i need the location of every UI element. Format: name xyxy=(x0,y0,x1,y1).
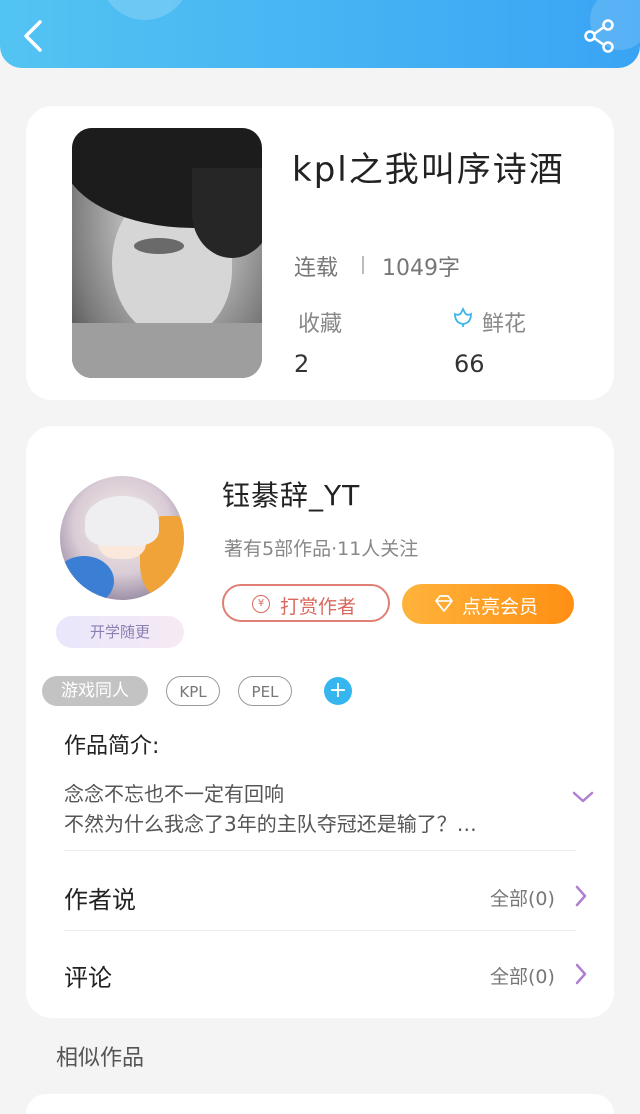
tip-author-button[interactable]: ¥ 打赏作者 xyxy=(222,584,390,622)
comments-row[interactable]: 评论 全部(0) xyxy=(26,936,614,1012)
book-title: kpl之我叫序诗酒 xyxy=(292,150,565,190)
divider xyxy=(362,256,364,274)
favorites-count: 2 xyxy=(294,350,310,378)
vip-label: 点亮会员 xyxy=(462,596,539,618)
divider xyxy=(64,930,576,931)
share-button[interactable] xyxy=(580,18,620,54)
similar-works-title: 相似作品 xyxy=(56,1046,145,1071)
flower-icon xyxy=(454,306,472,327)
add-tag-button[interactable]: + xyxy=(324,677,352,705)
author-name[interactable]: 钰綦辞_YT xyxy=(222,474,360,514)
author-notes-label: 作者说 xyxy=(64,886,136,914)
chevron-right-icon xyxy=(575,885,587,907)
yen-icon: ¥ xyxy=(252,595,270,613)
author-notes-count: 全部(0) xyxy=(490,888,555,910)
chevron-right-icon xyxy=(575,963,587,985)
decor-bubble xyxy=(100,0,190,20)
favorites-label: 收藏 xyxy=(298,312,343,337)
author-notes-row[interactable]: 作者说 全部(0) xyxy=(26,858,614,934)
book-cover-image[interactable] xyxy=(72,128,262,378)
word-count: 1049字 xyxy=(382,256,460,281)
diamond-icon xyxy=(435,595,453,612)
author-meta: 著有5部作品·11人关注 xyxy=(224,538,419,560)
divider xyxy=(64,850,576,851)
tag-kpl[interactable]: KPL xyxy=(166,676,220,706)
chevron-down-icon[interactable] xyxy=(570,786,596,808)
chevron-left-icon xyxy=(24,20,42,52)
tag-pel[interactable]: PEL xyxy=(238,676,292,706)
top-bar xyxy=(0,0,640,68)
serial-status: 连载 xyxy=(294,256,339,281)
book-info-card: kpl之我叫序诗酒 连载 1049字 收藏 2 鲜花 66 xyxy=(26,106,614,400)
intro-title: 作品简介: xyxy=(64,734,160,759)
tag-game-fanfic[interactable]: 游戏同人 xyxy=(42,676,148,706)
author-badge: 开学随更 xyxy=(56,616,184,648)
share-icon xyxy=(584,19,614,53)
similar-works-card xyxy=(26,1094,614,1114)
vip-button[interactable]: 点亮会员 xyxy=(402,584,574,624)
author-avatar[interactable] xyxy=(60,476,184,600)
back-button[interactable] xyxy=(14,16,54,56)
comments-label: 评论 xyxy=(64,964,112,992)
tip-label: 打赏作者 xyxy=(280,596,357,618)
author-card: 开学随更 钰綦辞_YT 著有5部作品·11人关注 ¥ 打赏作者 点亮会员 游戏同… xyxy=(26,426,614,1018)
flowers-count: 66 xyxy=(454,350,485,378)
flowers-label: 鲜花 xyxy=(482,312,527,337)
intro-text-line: 不然为什么我念了3年的主队夺冠还是输了？… xyxy=(64,812,477,836)
comments-count: 全部(0) xyxy=(490,966,555,988)
intro-text-line: 念念不忘也不一定有回响 xyxy=(64,782,284,806)
